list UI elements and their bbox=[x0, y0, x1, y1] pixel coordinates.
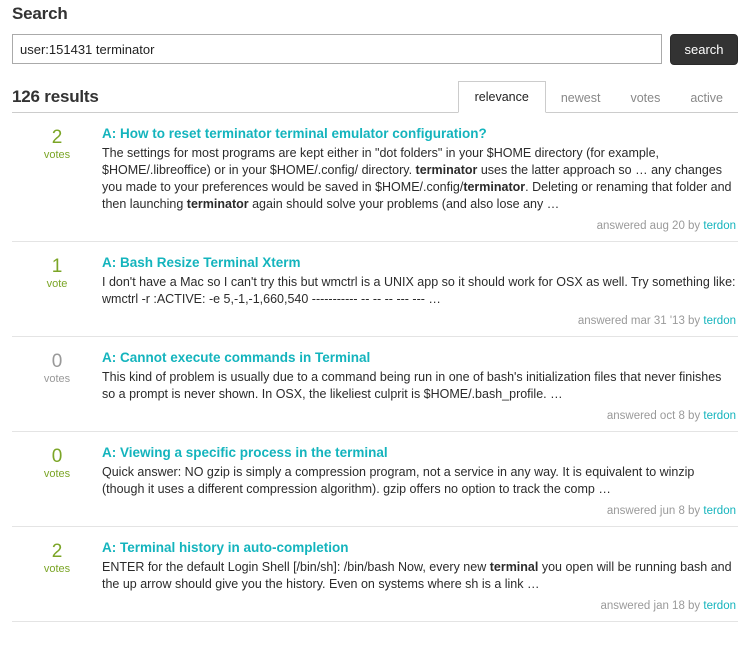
vote-count: 0 bbox=[51, 351, 63, 372]
result-title-link[interactable]: A: Cannot execute commands in Terminal bbox=[102, 349, 736, 366]
result-excerpt: ENTER for the default Login Shell [/bin/… bbox=[102, 560, 732, 591]
answered-text: answered aug 20 by bbox=[596, 220, 704, 232]
vote-label: votes bbox=[43, 563, 71, 575]
results-list: 2 votes A: How to reset terminator termina… bbox=[12, 113, 738, 622]
excerpt-highlight: terminal bbox=[489, 560, 539, 574]
result-item: 0 votes A: Cannot execute commands in Term… bbox=[12, 337, 738, 432]
page-title: Search bbox=[12, 4, 68, 23]
result-meta: answered mar 31 '13 by terdon bbox=[102, 314, 736, 328]
result-body: A: Terminal history in auto-completion EN… bbox=[102, 539, 738, 613]
result-meta: answered jan 18 by terdon bbox=[102, 599, 736, 613]
vote-stats: 1 vote bbox=[12, 254, 102, 291]
vote-stats: 2 votes bbox=[12, 539, 102, 576]
vote-count: 2 bbox=[51, 541, 63, 562]
vote-stats: 0 votes bbox=[12, 444, 102, 481]
vote-label: votes bbox=[43, 373, 71, 385]
result-item: 2 votes A: How to reset terminator termina… bbox=[12, 113, 738, 242]
result-meta: answered aug 20 by terdon bbox=[102, 219, 736, 233]
vote-stats: 2 votes bbox=[12, 125, 102, 162]
result-item: 2 votes A: Terminal history in auto-comple… bbox=[12, 527, 738, 622]
vote-count: 1 bbox=[51, 256, 63, 277]
vote-label: votes bbox=[43, 468, 71, 480]
vote-label: vote bbox=[46, 278, 68, 290]
tab-votes[interactable]: votes bbox=[615, 83, 675, 112]
excerpt-highlight: terminator bbox=[463, 180, 526, 194]
tabs-divider bbox=[12, 112, 738, 113]
result-excerpt: The settings for most programs are kept … bbox=[102, 146, 732, 211]
author-link[interactable]: terdon bbox=[703, 220, 736, 232]
author-link[interactable]: terdon bbox=[703, 505, 736, 517]
results-subheader: 126 results relevance newest votes active bbox=[12, 81, 738, 113]
vote-count: 0 bbox=[51, 446, 63, 467]
results-count: 126 results bbox=[12, 87, 99, 106]
search-button[interactable]: search bbox=[670, 34, 738, 65]
result-body: A: Viewing a specific process in the ter… bbox=[102, 444, 738, 518]
result-meta: answered jun 8 by terdon bbox=[102, 504, 736, 518]
vote-stats: 0 votes bbox=[12, 349, 102, 386]
vote-count: 2 bbox=[51, 127, 63, 148]
sort-tabs: relevance newest votes active bbox=[457, 81, 738, 113]
result-body: A: How to reset terminator terminal emul… bbox=[102, 125, 738, 233]
tab-relevance[interactable]: relevance bbox=[457, 81, 546, 113]
tab-active[interactable]: active bbox=[675, 83, 738, 112]
result-excerpt: Quick answer: NO gzip is simply a compre… bbox=[102, 465, 695, 496]
result-item: 1 vote A: Bash Resize Terminal Xterm I don'… bbox=[12, 242, 738, 337]
result-title-link[interactable]: A: How to reset terminator terminal emul… bbox=[102, 125, 736, 142]
search-page: Search search 126 results relevancenewes… bbox=[0, 4, 750, 622]
result-title-link[interactable]: A: Terminal history in auto-completion bbox=[102, 539, 736, 556]
author-link[interactable]: terdon bbox=[703, 315, 736, 327]
result-body: A: Bash Resize Terminal Xterm I don't hav… bbox=[102, 254, 738, 328]
author-link[interactable]: terdon bbox=[703, 600, 736, 612]
result-excerpt: I don't have a Mac so I can't try this b… bbox=[102, 275, 736, 306]
vote-label: votes bbox=[43, 149, 71, 161]
tab-newest[interactable]: newest bbox=[546, 83, 616, 112]
answered-text: answered mar 31 '13 by bbox=[577, 315, 704, 327]
result-title-link[interactable]: A: Viewing a specific process in the ter… bbox=[102, 444, 736, 461]
result-item: 0 votes A: Viewing a specific process in t… bbox=[12, 432, 738, 527]
result-meta: answered oct 8 by terdon bbox=[102, 409, 736, 423]
author-link[interactable]: terdon bbox=[703, 410, 736, 422]
answered-text: answered jun 8 by bbox=[606, 505, 704, 517]
excerpt-highlight: terminator bbox=[415, 163, 478, 177]
answered-text: answered oct 8 by bbox=[606, 410, 704, 422]
search-bar: search bbox=[12, 34, 738, 65]
search-input[interactable] bbox=[12, 34, 662, 64]
result-body: A: Cannot execute commands in Terminal Th… bbox=[102, 349, 738, 423]
result-excerpt: This kind of problem is usually due to a… bbox=[102, 370, 722, 401]
excerpt-highlight: terminator bbox=[186, 197, 249, 211]
result-title-link[interactable]: A: Bash Resize Terminal Xterm bbox=[102, 254, 736, 271]
answered-text: answered jan 18 by bbox=[600, 600, 704, 612]
